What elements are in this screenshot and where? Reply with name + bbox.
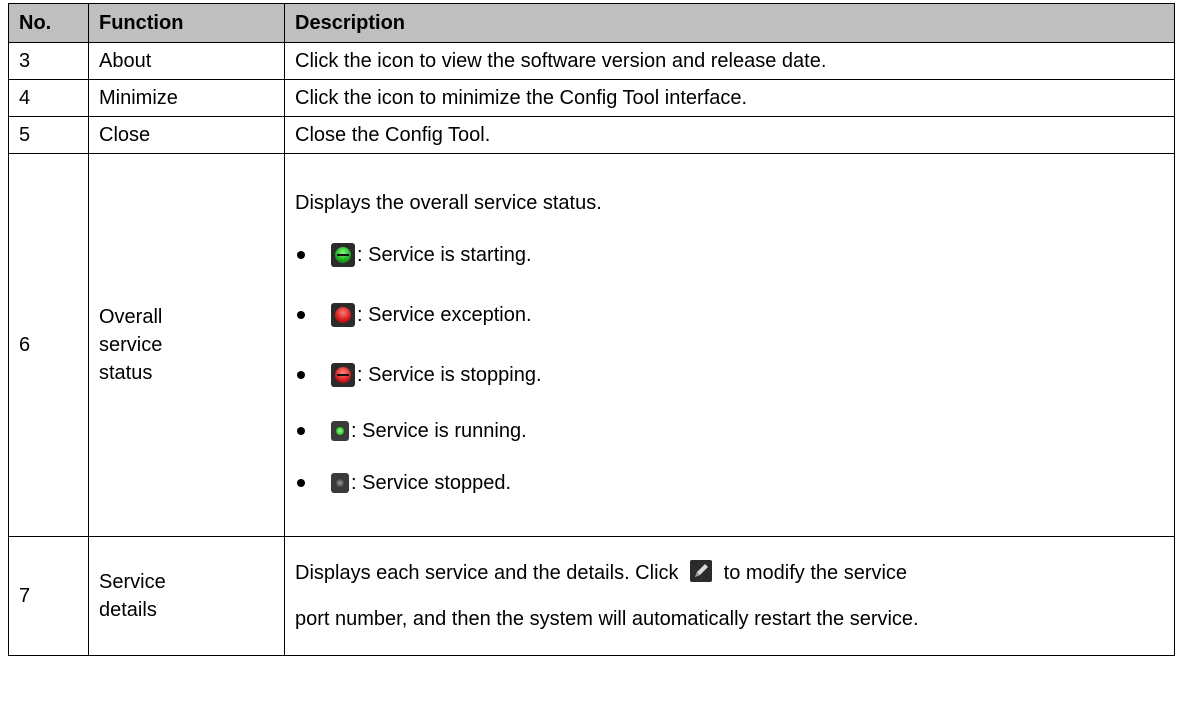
- bullet-icon: [297, 371, 305, 379]
- table-row: 6 Overall service status Displays the ov…: [8, 153, 1175, 537]
- row-description: Click the icon to view the software vers…: [284, 42, 1175, 80]
- function-line: service: [99, 334, 163, 356]
- table-row: 5 Close Close the Config Tool.: [8, 116, 1175, 154]
- function-line: Service: [99, 571, 166, 593]
- row-no: 4: [8, 79, 89, 117]
- function-line: details: [99, 599, 157, 621]
- list-item: : Service exception.: [295, 285, 1174, 345]
- desc-text: Displays each service and the details. C…: [295, 562, 679, 584]
- status-list: : Service is starting. : Service excepti…: [295, 225, 1174, 509]
- row-description: Displays the overall service status. : S…: [284, 153, 1175, 537]
- list-item: : Service is running.: [295, 405, 1174, 457]
- status-text: : Service is running.: [351, 419, 527, 442]
- function-table: No. Function Description 3 About Click t…: [8, 3, 1175, 656]
- edit-icon: [690, 560, 713, 582]
- status-text: : Service exception.: [357, 303, 532, 326]
- row-function: About: [88, 42, 285, 80]
- list-item: : Service stopped.: [295, 457, 1174, 509]
- row-no: 7: [8, 536, 89, 656]
- status-text: : Service stopped.: [351, 471, 512, 494]
- function-line: Overall: [99, 306, 163, 328]
- table-row: 3 About Click the icon to view the softw…: [8, 42, 1175, 80]
- table-row: 7 Service details Displays each service …: [8, 536, 1175, 656]
- service-exception-icon: [331, 303, 355, 327]
- row-no: 5: [8, 116, 89, 154]
- status-intro: Displays the overall service status.: [295, 192, 602, 214]
- bullet-icon: [297, 251, 305, 259]
- table-row: 4 Minimize Click the icon to minimize th…: [8, 79, 1175, 117]
- bullet-icon: [297, 479, 305, 487]
- function-line: status: [99, 362, 153, 384]
- service-running-icon: [331, 421, 349, 441]
- desc-line: port number, and then the system will au…: [295, 608, 919, 630]
- row-description: Close the Config Tool.: [284, 116, 1175, 154]
- row-function: Minimize: [88, 79, 285, 117]
- bullet-icon: [297, 427, 305, 435]
- desc-text: to modify the service: [723, 562, 908, 584]
- header-no: No.: [8, 3, 89, 43]
- row-description: Displays each service and the details. C…: [284, 536, 1175, 656]
- row-function: Close: [88, 116, 285, 154]
- row-function: Service details: [88, 536, 285, 656]
- list-item: : Service is starting.: [295, 225, 1174, 285]
- header-function: Function: [88, 3, 285, 43]
- bullet-icon: [297, 311, 305, 319]
- status-text: : Service is starting.: [357, 243, 532, 266]
- service-stopped-icon: [331, 473, 349, 493]
- table-header-row: No. Function Description: [8, 3, 1175, 43]
- service-stopping-icon: [331, 363, 355, 387]
- row-function: Overall service status: [88, 153, 285, 537]
- row-no: 3: [8, 42, 89, 80]
- list-item: : Service is stopping.: [295, 345, 1174, 405]
- service-starting-icon: [331, 243, 355, 267]
- row-description: Click the icon to minimize the Config To…: [284, 79, 1175, 117]
- header-description: Description: [284, 3, 1175, 43]
- row-no: 6: [8, 153, 89, 537]
- status-text: : Service is stopping.: [357, 363, 542, 386]
